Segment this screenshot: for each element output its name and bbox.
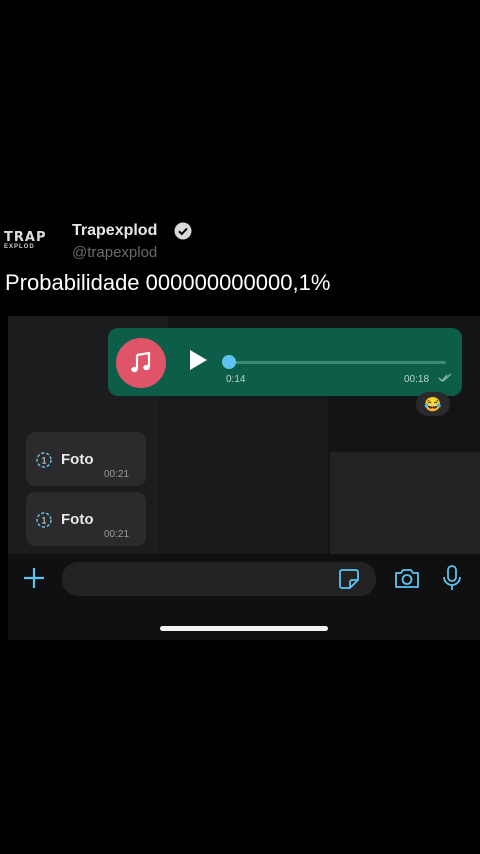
chat-screenshot: 0:14 00:18 😂 1 Foto 00:21 1 Foto 00:21 xyxy=(8,316,480,640)
view-once-icon: 1 xyxy=(36,512,52,528)
photo-label: Foto xyxy=(61,451,94,468)
voice-timestamp: 00:18 xyxy=(404,374,430,385)
plus-icon[interactable] xyxy=(22,566,46,590)
photo-timestamp: 00:21 xyxy=(104,469,130,480)
svg-text:1: 1 xyxy=(41,516,46,526)
photo-label: Foto xyxy=(61,511,94,528)
message-input-bar xyxy=(8,554,480,640)
photo-message-bubble[interactable]: 1 Foto 00:21 xyxy=(26,432,146,486)
chat-wallpaper-panel xyxy=(330,452,480,556)
sticker-icon[interactable] xyxy=(338,568,360,590)
double-check-icon xyxy=(438,373,452,382)
voice-elapsed: 0:14 xyxy=(226,374,246,385)
view-once-icon: 1 xyxy=(36,452,52,468)
camera-icon[interactable] xyxy=(394,566,420,590)
tweet-header: TRAP EXPLOD Trapexplod @trapexplod xyxy=(0,218,480,266)
photo-message-bubble[interactable]: 1 Foto 00:21 xyxy=(26,492,146,546)
tweet-text: Probabilidade 000000000000,1% xyxy=(5,270,331,295)
play-icon[interactable] xyxy=(190,350,207,370)
trapexplod-logo[interactable]: TRAP EXPLOD xyxy=(4,230,56,252)
voice-avatar xyxy=(116,338,166,388)
photo-timestamp: 00:21 xyxy=(104,529,130,540)
logo-line2: EXPLOD xyxy=(4,244,35,250)
voice-message-bubble[interactable]: 0:14 00:18 xyxy=(108,328,462,396)
reaction-badge[interactable]: 😂 xyxy=(416,392,450,416)
voice-progress-track[interactable] xyxy=(232,361,446,364)
author-handle[interactable]: @trapexplod xyxy=(72,244,157,261)
home-indicator[interactable] xyxy=(160,626,328,631)
voice-progress-handle[interactable] xyxy=(222,355,236,369)
author-name[interactable]: Trapexplod xyxy=(72,222,157,240)
verified-badge-icon xyxy=(174,222,192,240)
microphone-icon[interactable] xyxy=(442,564,462,592)
message-input[interactable] xyxy=(62,562,376,596)
chat-wallpaper-shade xyxy=(158,376,328,556)
svg-text:1: 1 xyxy=(41,456,46,466)
logo-line1: TRAP xyxy=(4,230,47,245)
music-note-icon xyxy=(131,351,151,373)
